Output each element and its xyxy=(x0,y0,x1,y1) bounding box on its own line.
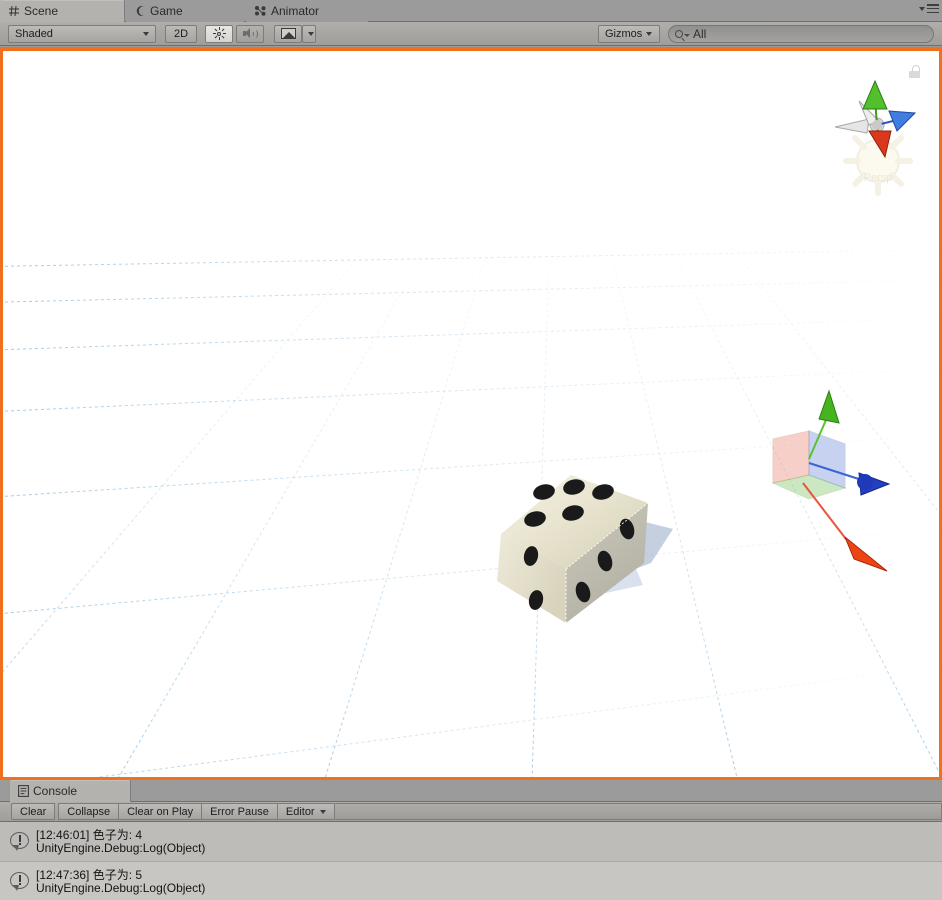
scene-view-gizmo[interactable]: Persp xyxy=(823,69,933,209)
chevron-down-icon xyxy=(319,809,326,814)
console-log-entry[interactable]: [12:47:36] 色子为: 5 UnityEngine.Debug:Log(… xyxy=(0,862,942,900)
console-clear-label: Clear xyxy=(20,805,47,818)
toggle-2d-label: 2D xyxy=(173,27,189,40)
sun-icon xyxy=(212,27,226,40)
draw-mode-dropdown[interactable]: Shaded xyxy=(8,24,156,43)
log-stacktrace: UnityEngine.Debug:Log(Object) xyxy=(36,880,206,895)
gizmos-label: Gizmos xyxy=(605,27,643,40)
console-editor-label: Editor xyxy=(285,805,315,818)
log-info-icon xyxy=(10,831,30,852)
scene-search-input[interactable]: All xyxy=(668,25,934,43)
window-options-menu-icon[interactable] xyxy=(919,4,939,13)
scene-view-toolbar: Shaded 2D Gizmos All xyxy=(0,22,942,46)
console-clear-button[interactable]: Clear xyxy=(11,803,56,820)
tab-console-label: Console xyxy=(33,784,78,798)
draw-mode-label: Shaded xyxy=(15,27,53,40)
console-error-pause-button[interactable]: Error Pause xyxy=(202,803,278,820)
chevron-down-icon xyxy=(684,33,690,37)
tab-game-label: Game xyxy=(150,4,183,18)
tab-scene-label: Scene xyxy=(24,4,59,18)
chevron-down-icon xyxy=(143,31,149,36)
log-info-icon xyxy=(10,871,30,892)
tab-animator-label: Animator xyxy=(271,4,320,18)
gamepad-icon xyxy=(136,6,144,16)
scene-viewport[interactable]: Persp xyxy=(0,47,942,780)
scene-window: Scene Game Animator Shaded 2D Gizmos All… xyxy=(0,0,942,780)
console-log-entry[interactable]: [12:46:01] 色子为: 4 UnityEngine.Debug:Log(… xyxy=(0,822,942,862)
toggle-audio-button[interactable] xyxy=(236,24,264,43)
grid-hash-icon xyxy=(9,5,19,17)
gizmo-plane-handles xyxy=(771,430,847,500)
console-log-list[interactable]: [12:46:01] 色子为: 4 UnityEngine.Debug:Log(… xyxy=(0,822,942,900)
console-editor-dropdown[interactable]: Editor xyxy=(277,803,335,820)
speaker-icon xyxy=(242,28,258,40)
scene-gizmo-persp-label: Persp xyxy=(864,172,893,184)
console-collapse-button[interactable]: Collapse xyxy=(58,803,120,820)
console-clear-on-play-label: Clear on Play xyxy=(127,805,194,818)
scene-viewport-canvas[interactable]: Persp xyxy=(3,51,939,777)
animator-nodes-icon xyxy=(255,6,266,16)
scene-tabstrip: Scene Game Animator xyxy=(0,0,942,22)
tab-console[interactable]: Console xyxy=(10,780,131,802)
console-icon xyxy=(18,785,29,797)
chevron-down-icon xyxy=(646,31,653,36)
console-error-pause-label: Error Pause xyxy=(210,805,269,818)
console-window: Console Clear Collapse Clear on Play Err… xyxy=(0,780,942,900)
gizmos-dropdown[interactable]: Gizmos xyxy=(598,24,660,43)
toggle-lighting-button[interactable] xyxy=(205,24,233,43)
tab-animator[interactable]: Animator xyxy=(246,0,368,22)
log-stacktrace: UnityEngine.Debug:Log(Object) xyxy=(36,840,206,855)
tab-scene[interactable]: Scene xyxy=(0,0,125,22)
image-icon xyxy=(280,28,296,39)
chevron-down-icon xyxy=(308,31,314,36)
tab-game[interactable]: Game xyxy=(126,0,244,22)
toggle-effects-button[interactable] xyxy=(274,24,302,43)
transform-move-gizmo[interactable] xyxy=(3,51,939,777)
toggle-2d-button[interactable]: 2D xyxy=(165,24,197,43)
scene-search-value: All xyxy=(693,27,707,41)
effects-dropdown-button[interactable] xyxy=(302,24,316,43)
chevron-down-icon xyxy=(919,6,925,11)
log-message: [12:46:01] 色子为: 4 xyxy=(36,827,143,842)
hamburger-icon xyxy=(927,4,939,13)
console-tabstrip: Console xyxy=(0,780,942,802)
search-icon xyxy=(675,30,683,38)
console-clear-on-play-button[interactable]: Clear on Play xyxy=(119,803,203,820)
log-message: [12:47:36] 色子为: 5 xyxy=(36,867,143,882)
console-toolbar: Clear Collapse Clear on Play Error Pause… xyxy=(0,802,942,822)
unity-editor-window: Scene Game Animator Shaded 2D Gizmos All… xyxy=(0,0,942,900)
console-collapse-label: Collapse xyxy=(67,805,111,818)
console-toolbar-filler xyxy=(334,803,942,820)
